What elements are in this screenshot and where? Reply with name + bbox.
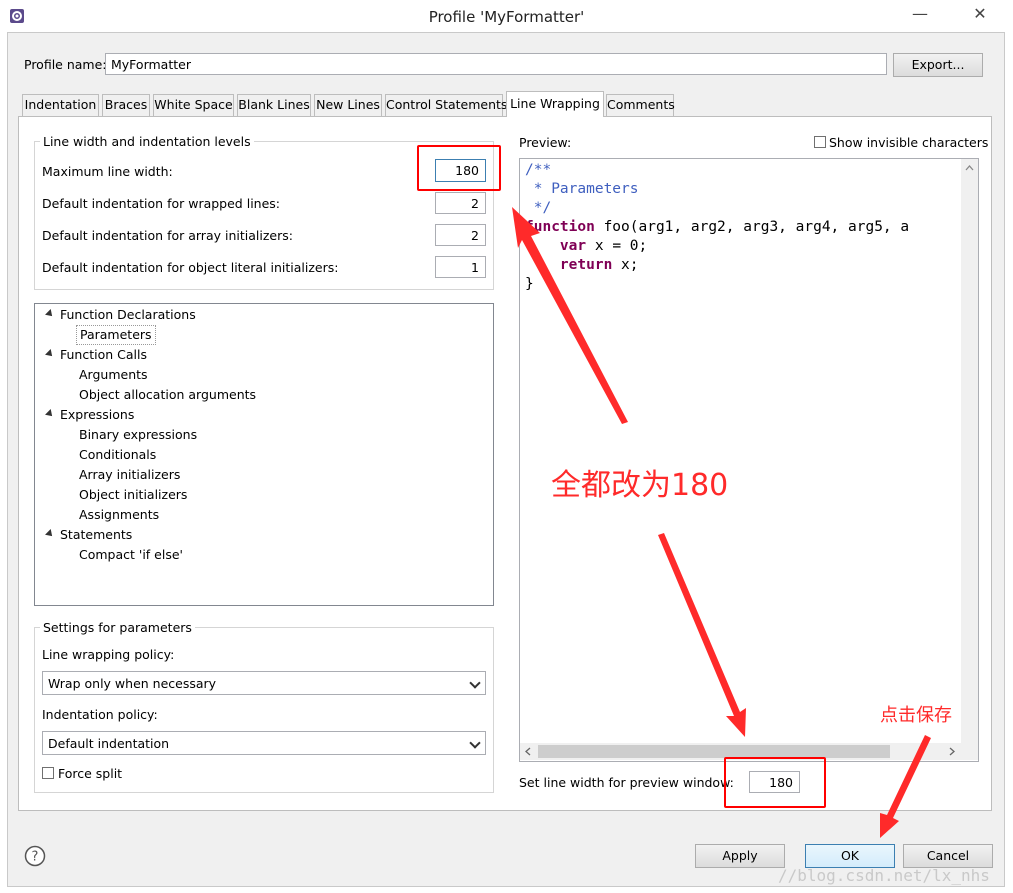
watermark: //blog.csdn.net/lx_nhs (778, 866, 990, 885)
annotation-change-all: 全都改为180 (551, 468, 729, 503)
annotation-click-save: 点击保存 (880, 705, 952, 726)
annotation-arrows (512, 207, 931, 838)
arrow-to-preview-width (658, 533, 746, 737)
arrow-to-max-width (512, 207, 628, 424)
arrow-to-ok (880, 735, 931, 838)
tab-line-wrapping[interactable]: Line Wrapping (506, 91, 604, 117)
